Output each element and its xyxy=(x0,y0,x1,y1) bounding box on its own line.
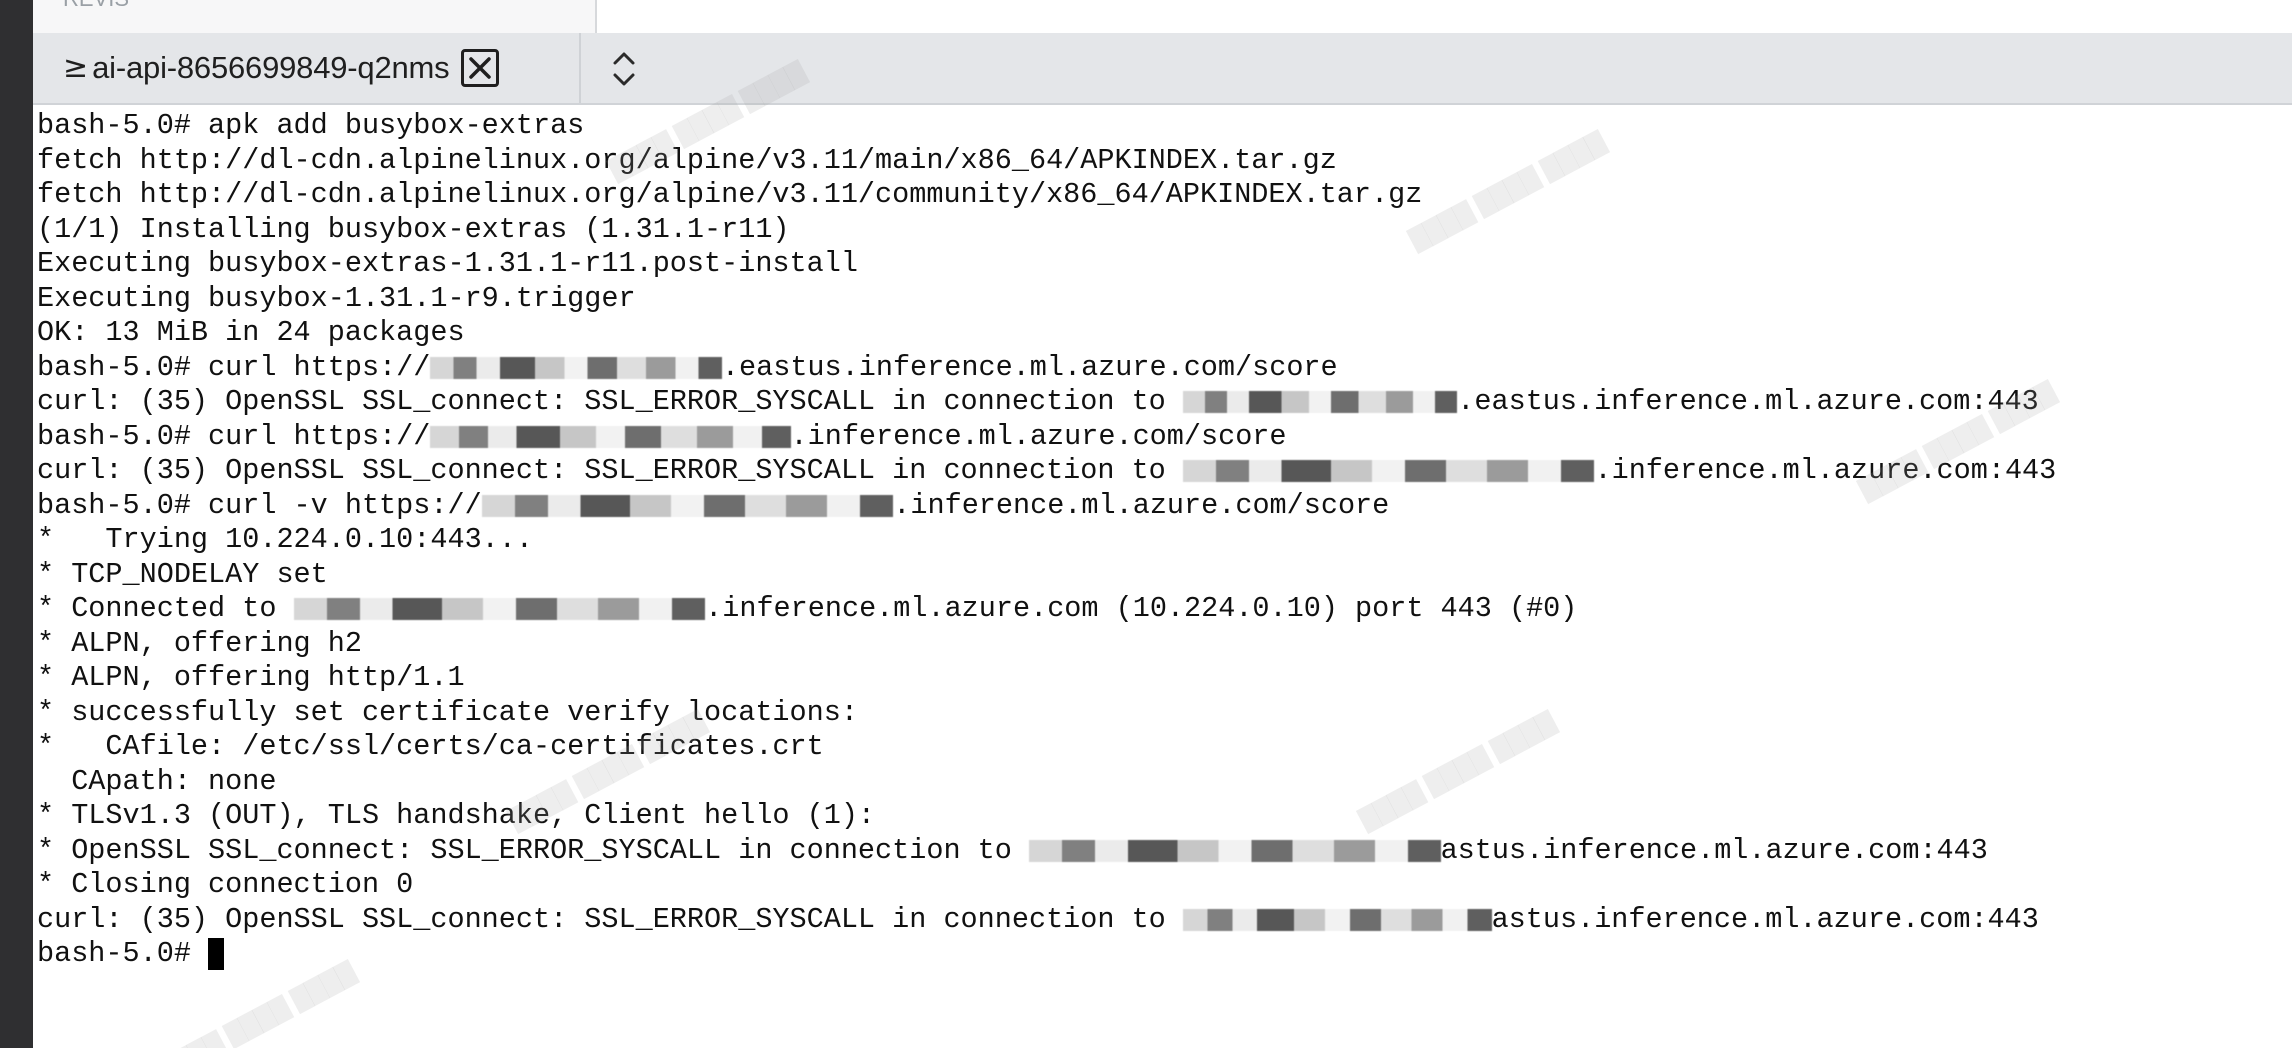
terminal-line: * CAfile: /etc/ssl/certs/ca-certificates… xyxy=(37,730,2292,765)
terminal-line: * ALPN, offering h2 xyxy=(37,627,2292,662)
terminal-window: REVIS ≥ ai-api-8656699849-q2nms bash-5.0… xyxy=(0,0,2292,1048)
terminal-line: curl: (35) OpenSSL SSL_connect: SSL_ERRO… xyxy=(37,385,2292,420)
terminal-text: bash-5.0# xyxy=(37,937,209,970)
terminal-line: Executing busybox-1.31.1-r9.trigger xyxy=(37,282,2292,317)
left-sidebar-strip xyxy=(0,0,33,1048)
terminal-text: (1/1) Installing busybox-extras (1.31.1-… xyxy=(37,212,790,246)
terminal-text: .eastus.inference.ml.azure.com:443 xyxy=(1457,385,2039,418)
terminal-text: CApath: none xyxy=(37,764,277,798)
terminal-text: * TCP_NODELAY set xyxy=(37,557,328,591)
terminal-text: * ALPN, offering h2 xyxy=(37,626,362,660)
terminal-line: curl: (35) OpenSSL SSL_connect: SSL_ERRO… xyxy=(37,903,2292,938)
terminal-text: * CAfile: /etc/ssl/certs/ca-certificates… xyxy=(37,730,824,763)
terminal-text: .inference.ml.azure.com/score xyxy=(893,488,1390,522)
redacted-hostname xyxy=(1182,460,1595,483)
terminal-text: * OpenSSL SSL_connect: SSL_ERROR_SYSCALL… xyxy=(37,833,1029,867)
terminal-text: * Connected to xyxy=(37,592,294,625)
redacted-hostname xyxy=(430,356,722,379)
terminal-text: OK: 13 MiB in 24 packages xyxy=(37,316,465,349)
redacted-hostname xyxy=(293,598,706,621)
terminal-tab-bar: ≥ ai-api-8656699849-q2nms xyxy=(33,33,2292,105)
terminal-line: * TLSv1.3 (OUT), TLS handshake, Client h… xyxy=(37,799,2292,834)
terminal-line: * Connected to .inference.ml.azure.com (… xyxy=(37,592,2292,627)
terminal-text: astus.inference.ml.azure.com:443 xyxy=(1491,902,2039,936)
terminal-line: bash-5.0# curl https:// .inference.ml.azu… xyxy=(37,420,2292,455)
terminal-text: .inference.ml.azure.com/score xyxy=(790,419,1287,453)
terminal-line: * ALPN, offering http/1.1 xyxy=(37,661,2292,696)
terminal-cursor xyxy=(208,938,225,971)
terminal-line: * successfully set certificate verify lo… xyxy=(37,696,2292,731)
terminal-text: .inference.ml.azure.com (10.224.0.10) po… xyxy=(705,592,1578,625)
terminal-text: .inference.ml.azure.com:443 xyxy=(1594,454,2057,487)
redacted-hostname xyxy=(1028,839,1441,862)
terminal-line: Executing busybox-extras-1.31.1-r11.post… xyxy=(37,247,2292,282)
terminal-line: fetch http://dl-cdn.alpinelinux.org/alpi… xyxy=(37,178,2292,213)
terminal-line: fetch http://dl-cdn.alpinelinux.org/alpi… xyxy=(37,144,2292,179)
terminal-text: * Trying 10.224.0.10:443... xyxy=(37,523,533,556)
terminal-line: curl: (35) OpenSSL SSL_connect: SSL_ERRO… xyxy=(37,454,2292,489)
terminal-line: OK: 13 MiB in 24 packages xyxy=(37,316,2292,351)
terminal-text: curl: (35) OpenSSL SSL_connect: SSL_ERRO… xyxy=(37,454,1183,487)
terminal-output[interactable]: bash-5.0# apk add busybox-extras fetch ht… xyxy=(33,105,2292,1048)
terminal-line: bash-5.0# curl https:// .eastus.inference… xyxy=(37,351,2292,386)
terminal-line: * TCP_NODELAY set xyxy=(37,558,2292,593)
terminal-text: * ALPN, offering http/1.1 xyxy=(37,661,465,694)
terminal-text: bash-5.0# curl https:// xyxy=(37,419,431,453)
upper-tab-label: REVIS xyxy=(63,0,129,12)
terminal-line: * OpenSSL SSL_connect: SSL_ERROR_SYSCALL… xyxy=(37,834,2292,869)
terminal-text: Executing busybox-1.31.1-r9.trigger xyxy=(37,281,636,315)
redacted-hostname xyxy=(1182,391,1458,414)
redacted-hostname xyxy=(1182,908,1492,931)
terminal-line: bash-5.0# curl -v https:// .inference.ml.… xyxy=(37,489,2292,524)
terminal-text: bash-5.0# curl https:// xyxy=(37,350,431,384)
terminal-prompt-icon: ≥ xyxy=(63,50,89,85)
close-icon[interactable] xyxy=(461,49,500,87)
terminal-line: CApath: none xyxy=(37,765,2292,800)
terminal-line: * Closing connection 0 xyxy=(37,868,2292,903)
terminal-text: * TLSv1.3 (OUT), TLS handshake, Client h… xyxy=(37,799,876,832)
terminal-text: fetch http://dl-cdn.alpinelinux.org/alpi… xyxy=(37,178,1423,211)
terminal-text: .eastus.inference.ml.azure.com/score xyxy=(721,350,1338,384)
terminal-tab-label: ai-api-8656699849-q2nms xyxy=(92,50,450,85)
terminal-text: curl: (35) OpenSSL SSL_connect: SSL_ERRO… xyxy=(37,385,1183,418)
terminal-line: * Trying 10.224.0.10:443... xyxy=(37,523,2292,558)
terminal-text: fetch http://dl-cdn.alpinelinux.org/alpi… xyxy=(37,143,1337,177)
terminal-line: bash-5.0# apk add busybox-extras xyxy=(37,109,2292,144)
terminal-line: bash-5.0# xyxy=(37,937,2292,972)
redacted-hostname xyxy=(481,494,894,517)
terminal-text: curl: (35) OpenSSL SSL_connect: SSL_ERRO… xyxy=(37,902,1183,936)
terminal-text: * Closing connection 0 xyxy=(37,868,414,901)
chevron-up-down-icon[interactable] xyxy=(609,47,639,91)
redacted-hostname xyxy=(430,425,791,448)
terminal-text: Executing busybox-extras-1.31.1-r11.post… xyxy=(37,247,858,280)
terminal-text: bash-5.0# apk add busybox-extras xyxy=(37,109,585,142)
upper-tab[interactable]: REVIS xyxy=(33,0,597,33)
terminal-tab[interactable]: ≥ ai-api-8656699849-q2nms xyxy=(33,33,581,103)
upper-panel: REVIS xyxy=(33,0,2292,33)
terminal-text: astus.inference.ml.azure.com:443 xyxy=(1440,833,1988,867)
terminal-line: (1/1) Installing busybox-extras (1.31.1-… xyxy=(37,213,2292,248)
terminal-text: * successfully set certificate verify lo… xyxy=(37,695,858,729)
terminal-text: bash-5.0# curl -v https:// xyxy=(37,488,482,522)
